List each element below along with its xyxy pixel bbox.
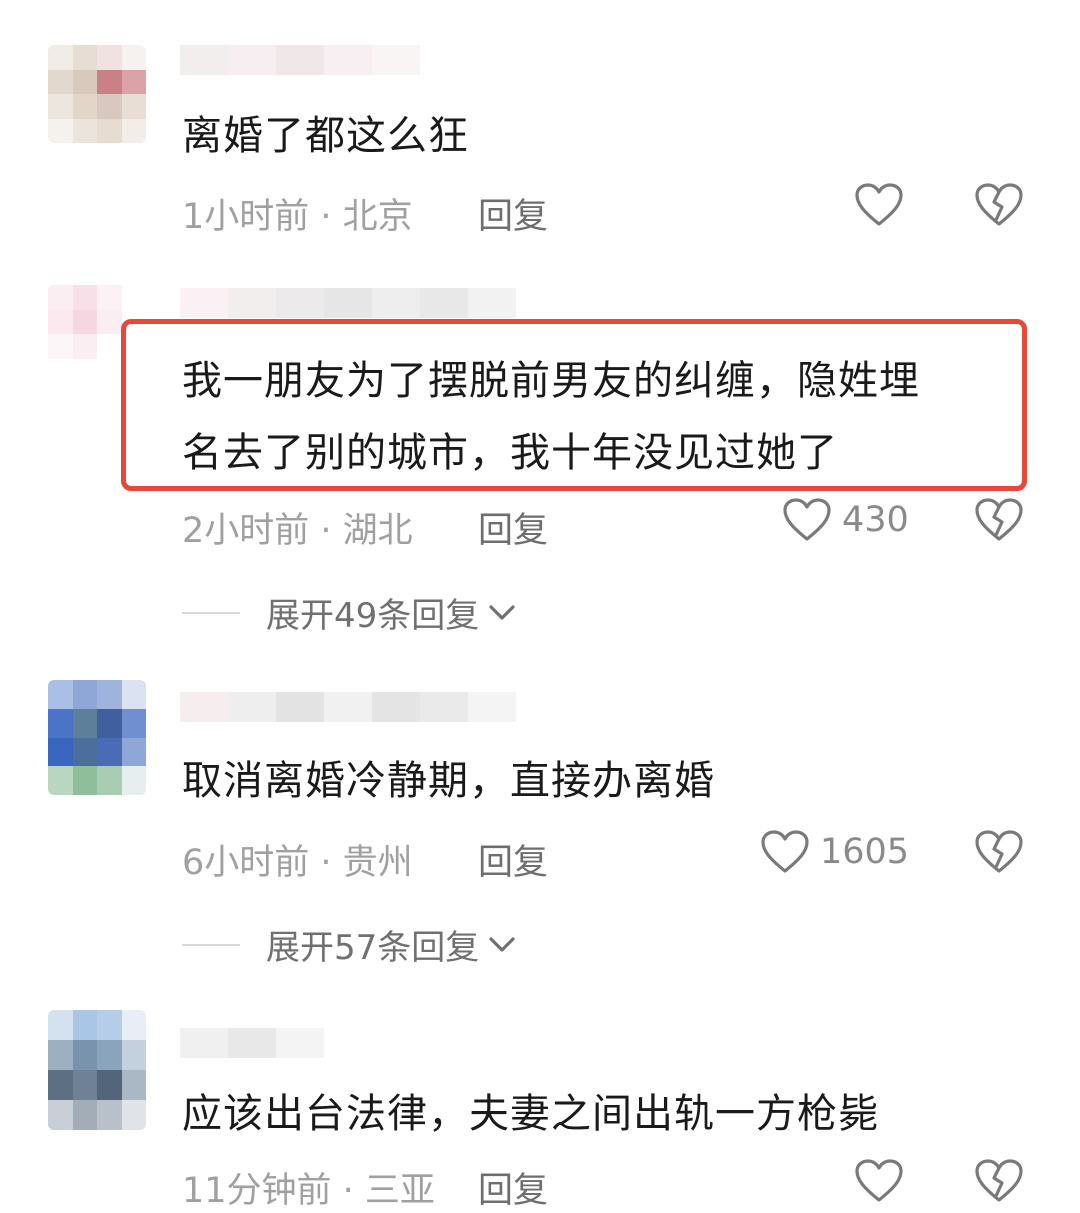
comment-meta: 1小时前 · 北京 xyxy=(182,197,413,237)
expand-replies-button[interactable]: 展开57条回复 xyxy=(182,920,517,969)
like-button[interactable]: 1605 xyxy=(760,829,909,875)
heart-icon xyxy=(783,498,831,541)
dislike-button[interactable] xyxy=(974,1158,1024,1208)
dislike-button[interactable] xyxy=(974,182,1024,232)
avatar[interactable] xyxy=(48,680,146,795)
like-button[interactable] xyxy=(854,1158,904,1204)
reply-button[interactable]: 回复 xyxy=(478,1162,548,1213)
heart-icon xyxy=(855,1159,903,1202)
avatar[interactable] xyxy=(48,45,146,143)
comment-text: 离婚了都这么狂 xyxy=(182,113,469,159)
heart-icon xyxy=(761,830,809,873)
like-count: 430 xyxy=(842,500,909,540)
divider xyxy=(182,943,240,946)
username-blurred[interactable] xyxy=(180,45,420,75)
username-blurred[interactable] xyxy=(180,1028,324,1058)
reply-button[interactable]: 回复 xyxy=(478,188,548,239)
divider xyxy=(182,611,240,614)
heart-icon xyxy=(855,183,903,226)
dislike-button[interactable] xyxy=(974,497,1024,547)
username-blurred[interactable] xyxy=(180,288,516,318)
comment-text-line-2: 名去了别的城市，我十年没见过她了 xyxy=(182,430,838,476)
expand-replies-button[interactable]: 展开49条回复 xyxy=(182,588,517,637)
chevron-down-icon xyxy=(489,604,515,620)
broken-heart-icon xyxy=(975,830,1023,873)
comment-text-line-1: 我一朋友为了摆脱前男友的纠缠，隐姓埋 xyxy=(182,358,920,404)
comment-meta: 2小时前 · 湖北 xyxy=(182,511,413,551)
chevron-down-icon xyxy=(489,936,515,952)
like-button[interactable]: 430 xyxy=(782,497,909,543)
reply-button[interactable]: 回复 xyxy=(478,834,548,885)
comment-meta: 11分钟前 · 三亚 xyxy=(182,1171,435,1211)
comment-text: 应该出台法律，夫妻之间出轨一方枪毙 xyxy=(182,1091,879,1137)
like-button[interactable] xyxy=(854,182,904,228)
comment-meta: 6小时前 · 贵州 xyxy=(182,843,413,883)
avatar[interactable] xyxy=(48,1010,146,1130)
dislike-button[interactable] xyxy=(974,829,1024,879)
expand-replies-label: 展开57条回复 xyxy=(266,928,480,968)
broken-heart-icon xyxy=(975,183,1023,226)
username-blurred[interactable] xyxy=(180,692,516,722)
reply-button[interactable]: 回复 xyxy=(478,502,548,553)
expand-replies-label: 展开49条回复 xyxy=(266,596,480,636)
broken-heart-icon xyxy=(975,498,1023,541)
broken-heart-icon xyxy=(975,1159,1023,1202)
like-count: 1605 xyxy=(820,832,910,872)
comment-text: 取消离婚冷静期，直接办离婚 xyxy=(182,758,715,804)
